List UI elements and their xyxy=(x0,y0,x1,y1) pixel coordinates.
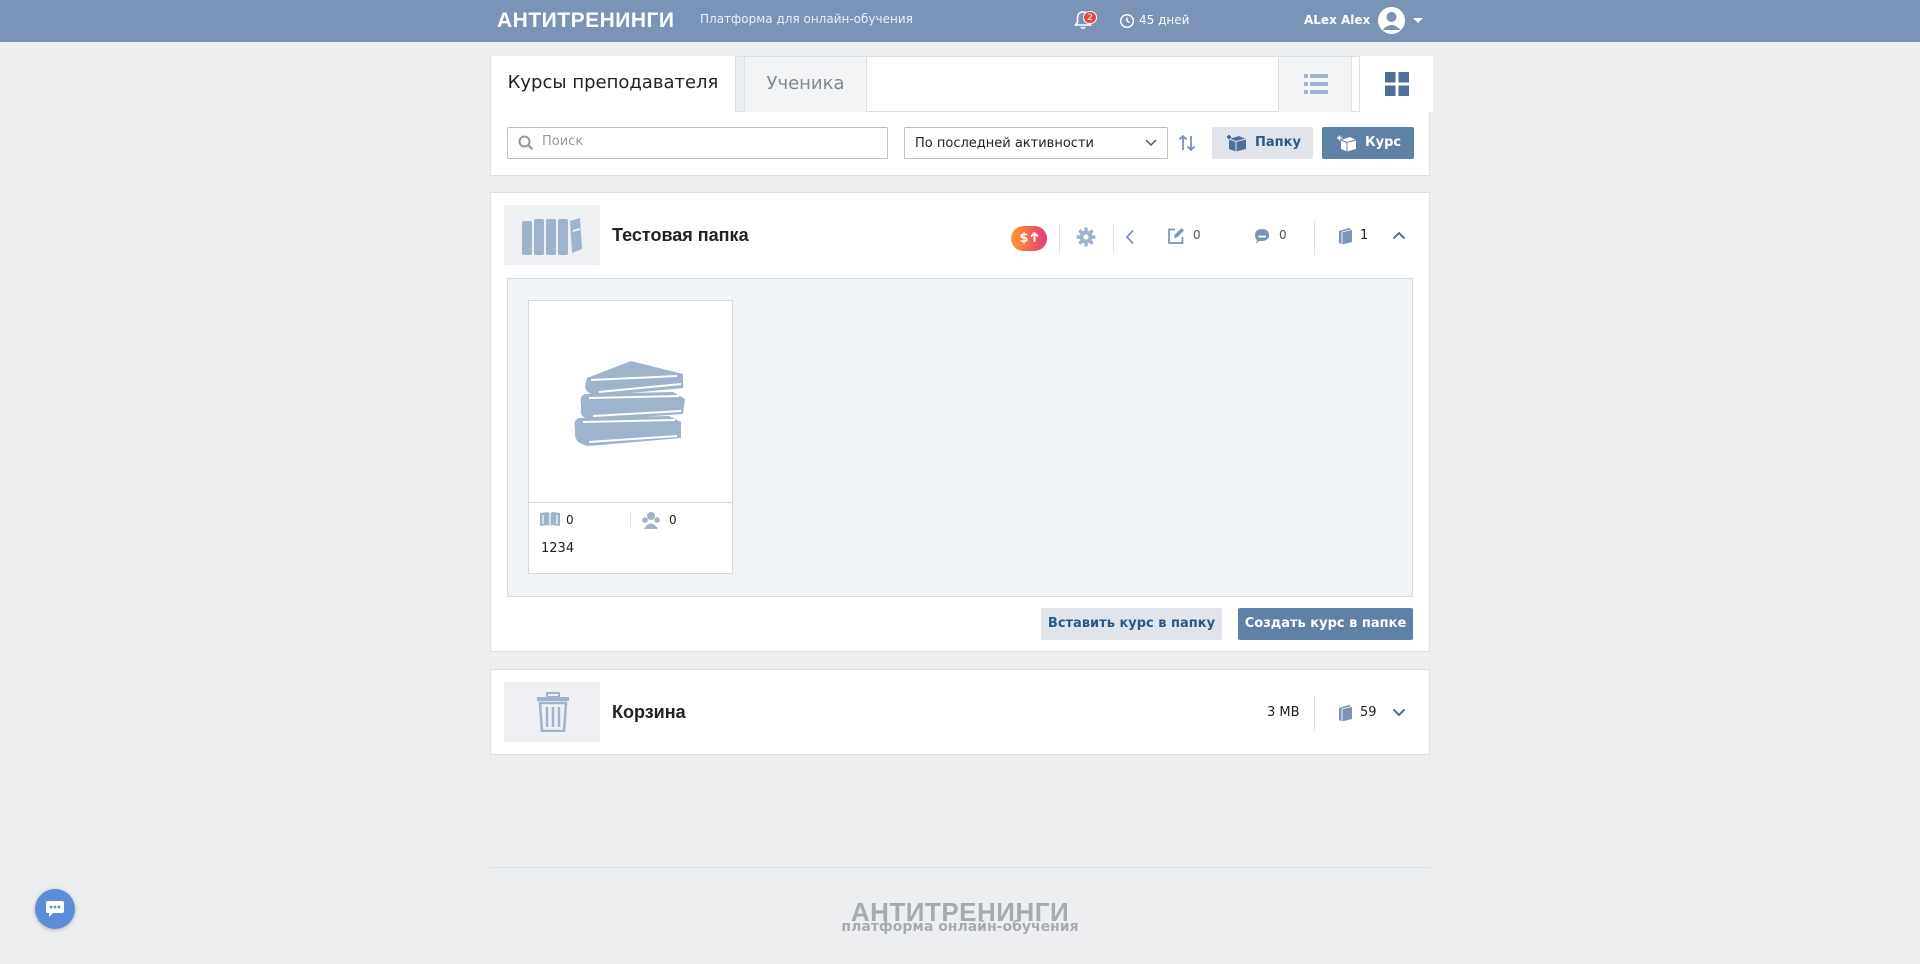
folder-add-icon xyxy=(1227,135,1247,152)
insert-course-button[interactable]: Вставить курс в папку xyxy=(1041,608,1222,640)
tab-teacher-courses[interactable]: Курсы преподавателя xyxy=(491,56,736,112)
course-cover[interactable] xyxy=(529,301,732,503)
students-icon xyxy=(642,512,660,529)
folder-title[interactable]: Тестовая папка xyxy=(612,225,749,246)
edits-count: 0 xyxy=(1193,228,1201,242)
create-course-in-folder-button[interactable]: Создать курс в папке xyxy=(1238,608,1413,640)
gear-icon[interactable] xyxy=(1076,227,1096,247)
search-icon xyxy=(518,135,534,151)
chevron-down-icon xyxy=(1145,139,1157,147)
course-lessons-count: 0 xyxy=(566,513,574,527)
course-name[interactable]: 1234 xyxy=(541,541,574,556)
trash-items-count: 59 xyxy=(1360,705,1377,720)
sort-select[interactable]: По последней активности xyxy=(904,127,1168,159)
days-left: 45 дней xyxy=(1139,13,1190,27)
tabs-gap xyxy=(736,57,744,111)
back-arrow-icon[interactable] xyxy=(1125,229,1135,245)
divider xyxy=(630,511,631,527)
divider xyxy=(1314,221,1315,255)
trash-size: 3 MB xyxy=(1267,705,1300,720)
comments-count: 0 xyxy=(1279,228,1287,242)
course-tile[interactable]: 0 0 1234 xyxy=(528,300,733,574)
user-name[interactable]: ALex Alex xyxy=(1304,13,1370,27)
app-tagline: Платформа для онлайн-обучения xyxy=(700,12,913,26)
support-chat-button[interactable] xyxy=(35,889,75,929)
edit-icon[interactable] xyxy=(1167,227,1185,245)
divider xyxy=(1314,696,1315,730)
footer-divider xyxy=(490,867,1430,868)
tab-student-courses[interactable]: Ученика xyxy=(744,56,867,112)
books-icon xyxy=(574,361,685,446)
avatar-icon[interactable] xyxy=(1377,6,1406,35)
folder-contents: 0 0 1234 xyxy=(507,278,1413,597)
chat-icon xyxy=(46,901,64,917)
top-bar: АНТИТРЕНИНГИ Платформа для онлайн-обучен… xyxy=(0,0,1920,42)
lessons-icon xyxy=(540,512,560,527)
add-course-button[interactable]: Курс xyxy=(1322,127,1414,159)
list-view-icon xyxy=(1304,74,1328,94)
folder-thumbnail[interactable] xyxy=(504,205,600,265)
trash-thumbnail[interactable] xyxy=(504,682,600,742)
arrow-up-icon xyxy=(1029,231,1039,242)
courses-header: Курсы преподавателя Ученика По последней… xyxy=(490,56,1433,176)
monetization-badge-label: $ xyxy=(1019,231,1029,246)
add-folder-button[interactable]: Папку xyxy=(1212,127,1313,159)
search-input[interactable] xyxy=(542,134,872,149)
user-menu-caret[interactable] xyxy=(1413,18,1423,23)
search-box xyxy=(507,127,888,159)
sort-direction-icon[interactable] xyxy=(1178,135,1196,151)
grid-view-icon xyxy=(1385,72,1409,96)
document-icon xyxy=(1339,228,1353,245)
divider xyxy=(1113,223,1114,253)
add-folder-label: Папку xyxy=(1255,135,1301,150)
divider xyxy=(1059,223,1060,253)
books-icon xyxy=(522,218,582,255)
app-logo[interactable]: АНТИТРЕНИНГИ xyxy=(497,9,675,33)
add-course-label: Курс xyxy=(1365,135,1402,150)
folder-card: Тестовая папка $ 0 0 1 0 0 1234 Вставить… xyxy=(490,192,1430,652)
course-add-icon xyxy=(1337,135,1357,152)
comments-icon[interactable] xyxy=(1253,228,1271,244)
list-view-button[interactable] xyxy=(1278,56,1352,112)
trash-card: Корзина 3 MB 59 xyxy=(490,669,1430,755)
notifications-badge: 2 xyxy=(1083,11,1097,24)
chevron-up-icon[interactable] xyxy=(1392,231,1406,240)
footer-tagline: платформа онлайн-обучения xyxy=(841,919,1079,935)
trash-icon xyxy=(537,692,569,732)
course-students-count: 0 xyxy=(669,513,677,527)
clock-icon xyxy=(1119,13,1135,29)
document-icon xyxy=(1339,705,1353,722)
trash-title[interactable]: Корзина xyxy=(612,702,686,723)
courses-count: 1 xyxy=(1360,228,1369,243)
grid-view-button[interactable] xyxy=(1359,56,1433,112)
sort-select-value: По последней активности xyxy=(915,136,1094,151)
monetization-badge[interactable]: $ xyxy=(1011,226,1047,251)
chevron-down-icon[interactable] xyxy=(1392,708,1406,717)
